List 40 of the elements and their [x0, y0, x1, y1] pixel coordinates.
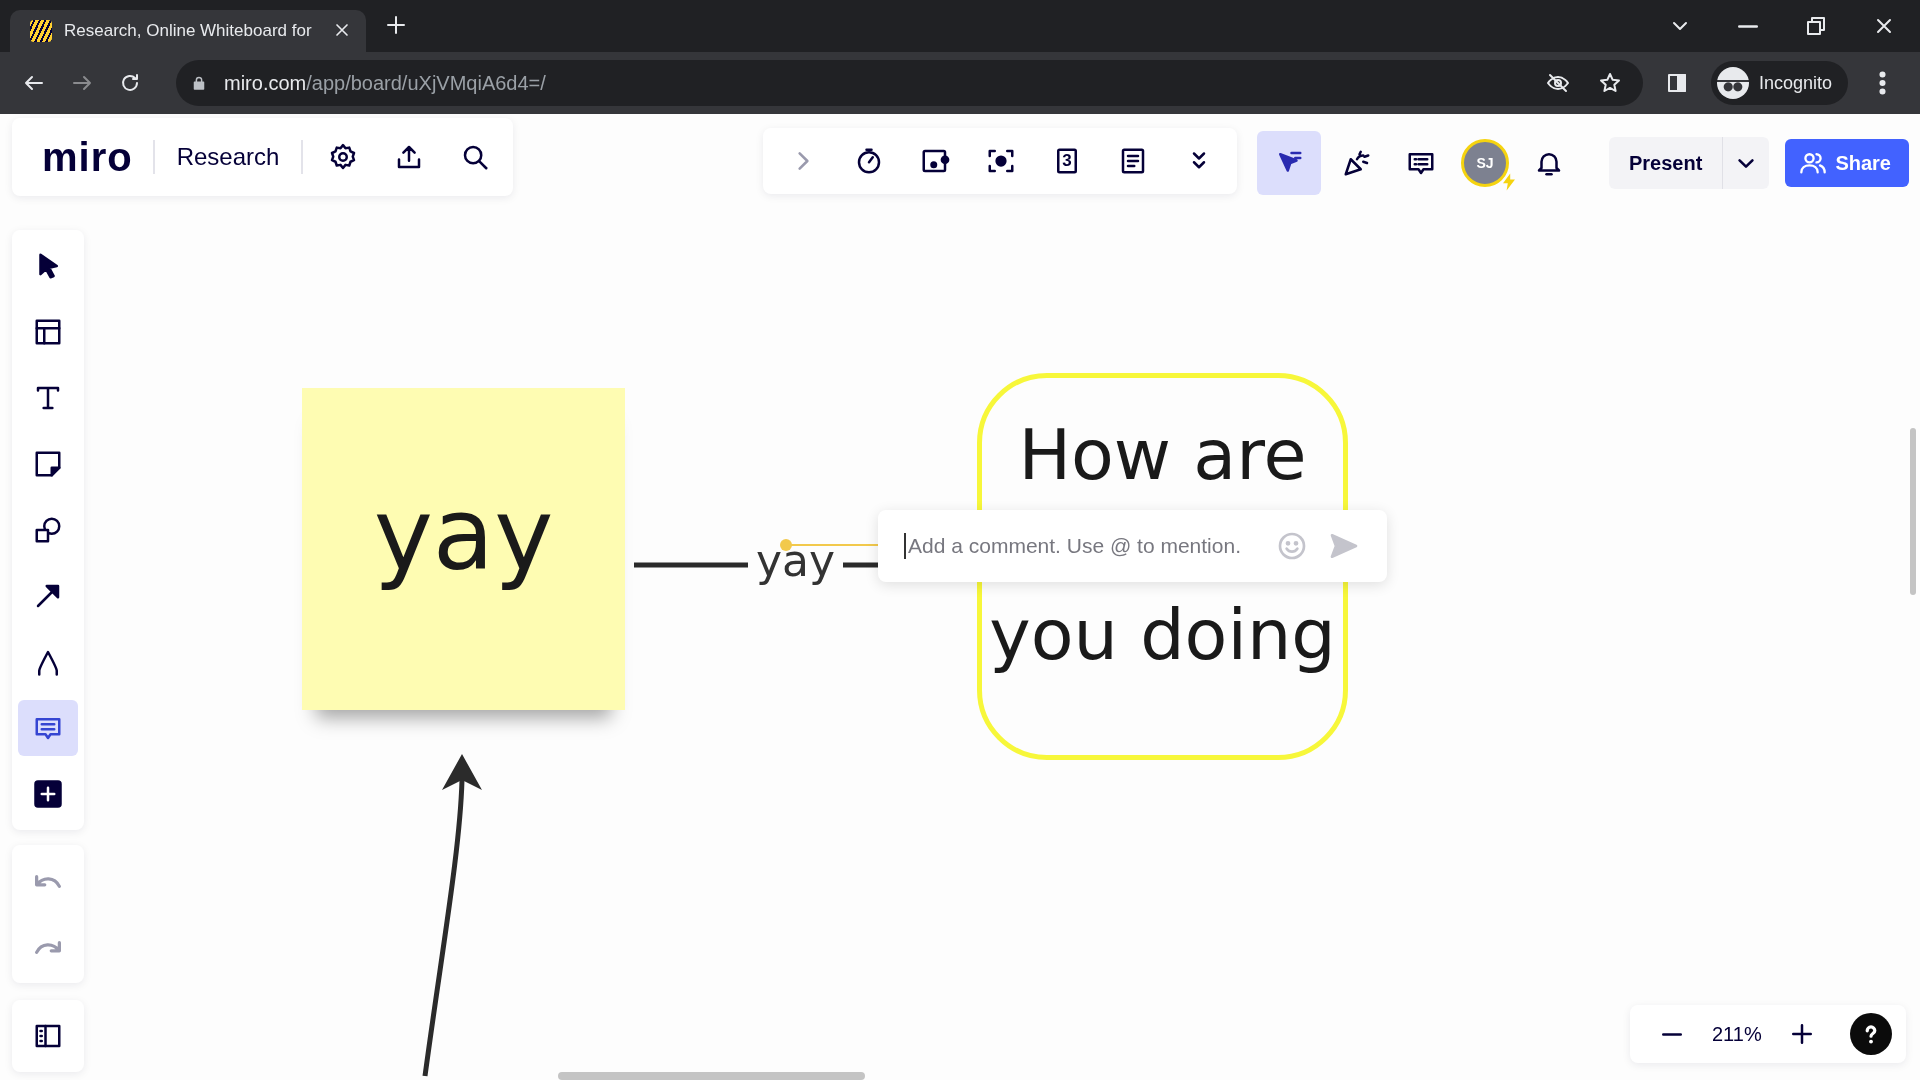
horizontal-scrollbar[interactable]	[558, 1072, 865, 1080]
lightning-icon	[1503, 173, 1515, 191]
redo-icon	[35, 940, 61, 954]
plus-icon	[384, 13, 408, 37]
vertical-scrollbar[interactable]	[1910, 428, 1916, 595]
kebab-menu-icon	[1879, 72, 1885, 94]
party-popper-icon	[1342, 148, 1372, 178]
sticky-note-text: yay	[373, 475, 554, 593]
help-button[interactable]	[1849, 1013, 1892, 1055]
restore-icon	[1804, 14, 1828, 38]
plus-icon	[33, 779, 63, 809]
shape-text: you doing	[989, 593, 1336, 678]
cursor-button[interactable]	[1257, 131, 1321, 195]
star-icon	[1597, 71, 1622, 95]
sticky-note[interactable]: yay	[302, 388, 625, 710]
browser-tab[interactable]: Research, Online Whiteboard for	[10, 10, 366, 52]
shapes-icon	[33, 515, 63, 545]
comment-field[interactable]: Add a comment. Use @ to mention.	[904, 533, 1263, 559]
frame-icon	[33, 317, 63, 347]
share-button[interactable]: Share	[1785, 139, 1909, 187]
caret-icon	[1738, 158, 1755, 168]
minimize-icon	[1738, 24, 1758, 28]
zoom-level: 211%	[1712, 1022, 1762, 1046]
eye-slash-icon	[1545, 71, 1570, 95]
miro-logo: miro	[41, 134, 134, 180]
counter-button[interactable]: 3	[1041, 135, 1093, 187]
url-text: miro.com/app/board/uXjVMqiA6d4=/	[224, 71, 546, 95]
smiley-icon	[1276, 530, 1308, 562]
user-avatar[interactable]: SJ	[1461, 139, 1509, 187]
profile-button[interactable]: Incognito	[1710, 61, 1848, 105]
undo-icon	[35, 874, 61, 888]
incognito-icon	[1716, 67, 1749, 99]
address-bar[interactable]: miro.com/app/board/uXjVMqiA6d4=/	[176, 60, 1643, 106]
minus-icon	[1662, 1032, 1682, 1036]
sticky-note-icon	[33, 449, 63, 479]
board-title[interactable]: Research	[168, 143, 288, 171]
shape-text: How are	[1018, 413, 1307, 498]
chevron-right-icon	[797, 152, 809, 170]
comment-tool[interactable]	[18, 700, 78, 756]
tab-title: Research, Online Whiteboard for	[64, 21, 313, 41]
